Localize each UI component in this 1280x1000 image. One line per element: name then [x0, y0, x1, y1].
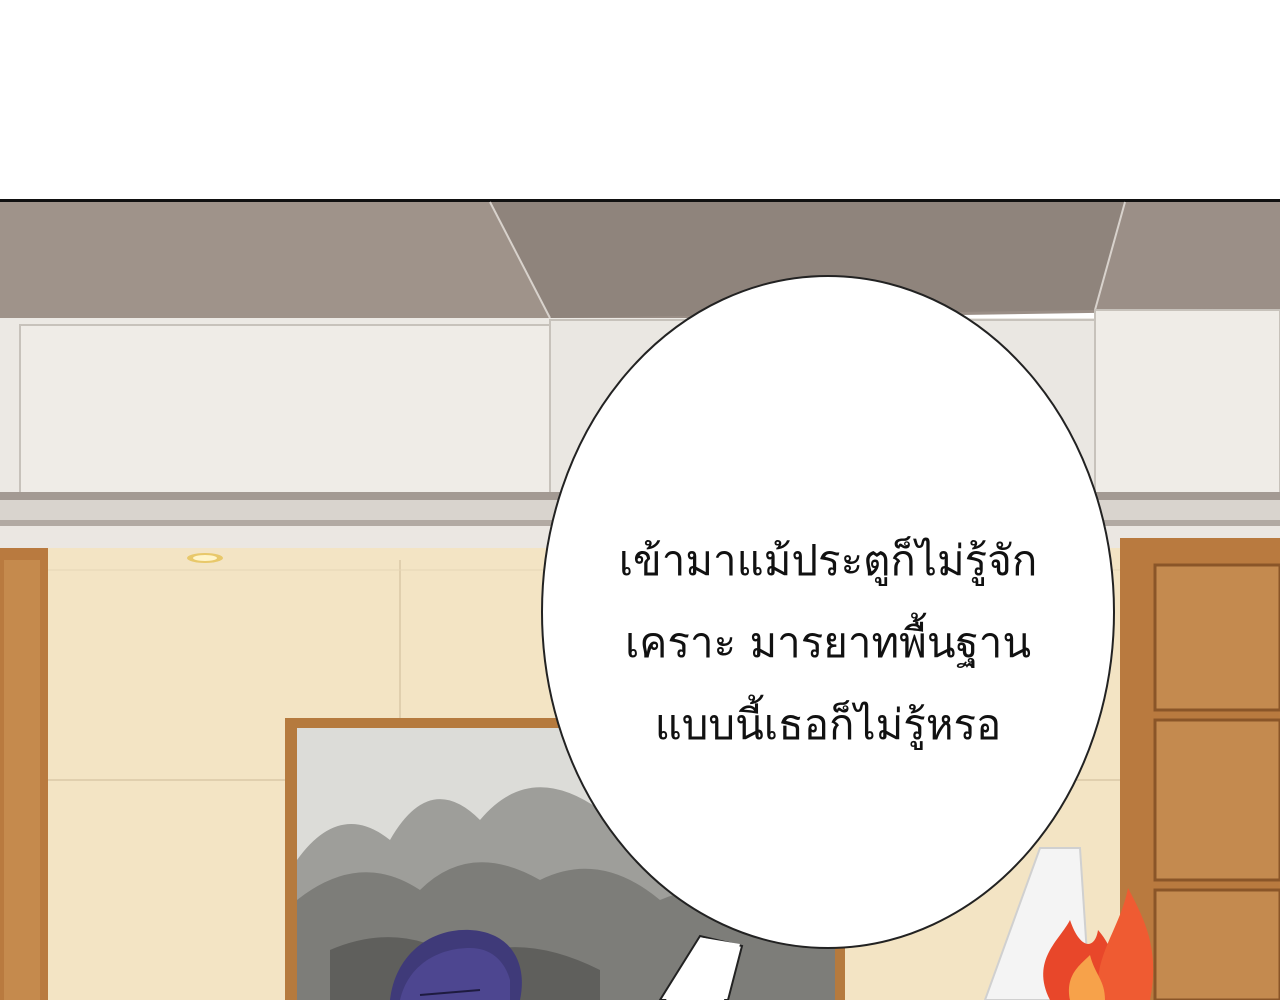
- panel-border: [0, 199, 1280, 202]
- speech-line-2: เคราะ มารยาทพื้นฐาน: [624, 618, 1032, 667]
- speech-bubble-text: เข้ามาแม้ประตูก็ไม่รู้จัก เคราะ มารยาทพื…: [548, 520, 1108, 766]
- speech-line-3: แบบนี้เธอก็ไม่รู้หรอ: [654, 700, 1002, 749]
- comic-panel: [0, 0, 1280, 1000]
- gutter-top: [0, 0, 1280, 200]
- speech-line-1: เข้ามาแม้ประตูก็ไม่รู้จัก: [618, 536, 1038, 585]
- comic-page: เข้ามาแม้ประตูก็ไม่รู้จัก เคราะ มารยาทพื…: [0, 0, 1280, 1000]
